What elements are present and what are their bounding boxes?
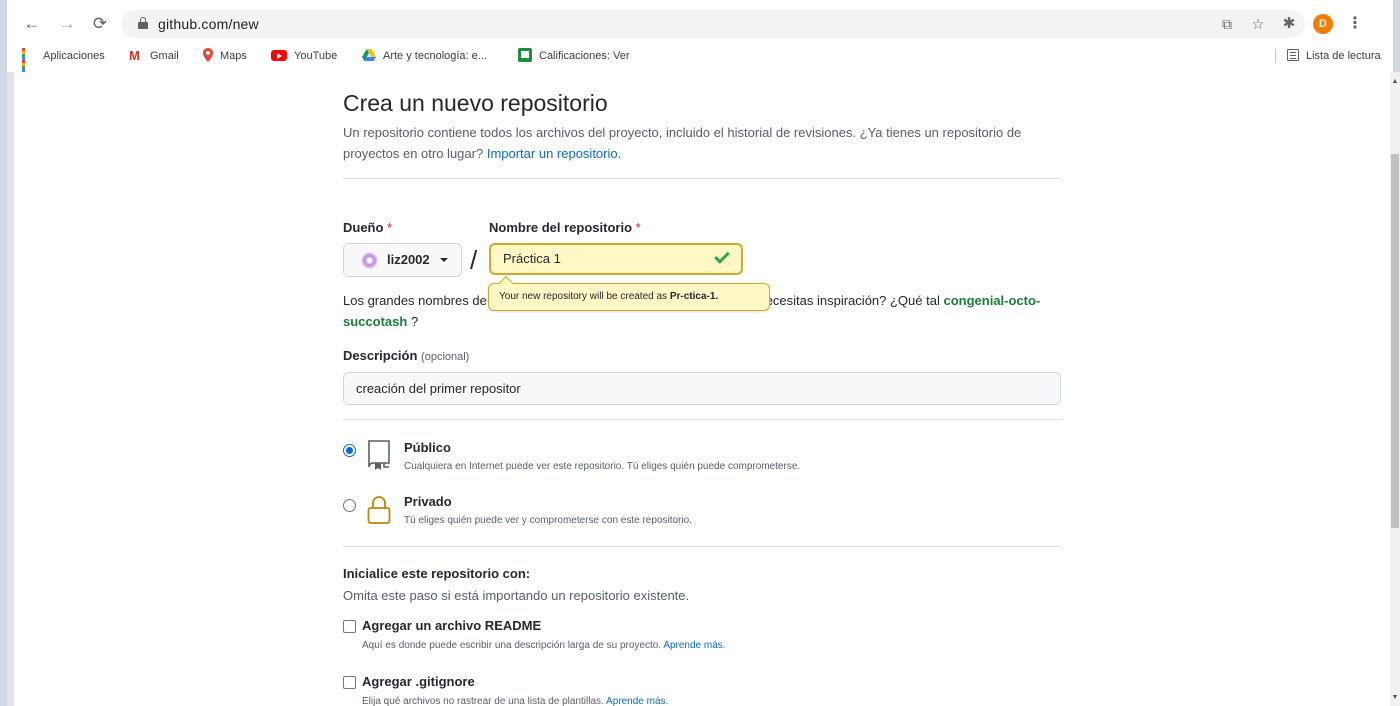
init-section-subtitle: Omita este paso si está importando un re… [343,588,690,603]
bookmark-calificaciones[interactable]: Calificaciones: Ver [518,44,630,68]
repo-name-input[interactable]: Práctica 1 [489,243,743,275]
public-title[interactable]: Público [404,440,451,455]
init-section-title: Inicialice este repositorio con: [343,566,531,581]
bookmark-apps[interactable]: Aplicaciones [22,44,105,76]
gitignore-description: Elija qué archivos no rastrear de una li… [362,696,669,706]
browser-menu-icon[interactable]: ⋮ [1347,12,1363,36]
gitignore-checkbox[interactable] [343,676,356,689]
browser-window: ← → ⟳ github.com/new ⧉ ☆ ✱ D ⋮ Aplicacio… [0,0,1400,706]
bookmark-maps[interactable]: Maps [203,44,247,68]
private-description: Tú eliges quién puede ver y comprometers… [404,515,692,526]
bookmark-arte[interactable]: Arte y tecnología: e... [362,44,487,68]
maps-pin-icon [203,48,213,63]
divider [343,546,1061,547]
owner-avatar [361,252,378,269]
lock-icon[interactable] [138,17,148,29]
caret-down-icon [440,258,448,262]
page-title: Crea un nuevo repositorio [343,90,608,116]
profile-avatar[interactable]: D [1313,14,1333,34]
page-content: Crea un nuevo repositorio Un repositorio… [14,72,1390,706]
browser-toolbar: ← → ⟳ github.com/new ⧉ ☆ ✱ D ⋮ [7,8,1393,40]
readme-learn-more-link[interactable]: Aprende más. [663,640,725,651]
readme-title[interactable]: Agregar un archivo README [362,618,541,633]
owner-label: Dueño * [343,220,393,235]
private-radio[interactable] [343,499,356,512]
classroom-icon [518,48,532,63]
address-bar[interactable]: github.com/new ⧉ ☆ [121,10,1305,38]
private-title[interactable]: Privado [404,494,452,509]
public-radio[interactable] [343,444,356,457]
forward-arrow-icon[interactable]: → [55,12,79,36]
browser-chrome: ← → ⟳ github.com/new ⧉ ☆ ✱ D ⋮ Aplicacio… [7,0,1393,76]
owner-dropdown[interactable]: liz2002 [343,243,462,277]
extensions-puzzle-icon[interactable]: ✱ [1279,14,1299,34]
bookmark-gmail[interactable]: M Gmail [129,44,179,68]
bookmarks-bar: Aplicaciones M Gmail Maps YouTube Arte y … [7,44,1393,76]
divider [343,419,1061,420]
import-repo-link[interactable]: Importar un repositorio. [487,146,621,161]
padlock-icon [367,496,391,524]
readme-checkbox[interactable] [343,620,356,633]
page-subtitle: Un repositorio contiene todos los archiv… [343,125,1022,161]
scroll-down-arrow-icon[interactable]: ▼ [1391,694,1399,702]
public-description: Cualquiera en Internet puede ver este re… [404,461,801,472]
readme-description: Aquí es donde puede escribir una descrip… [362,640,726,651]
bookmark-separator [1275,49,1276,63]
reading-list-icon [1287,49,1299,62]
url-text[interactable]: github.com/new [158,10,259,38]
gitignore-learn-more-link[interactable]: Aprende más. [606,696,668,706]
owner-repo-separator: / [470,245,478,275]
drive-icon [362,49,376,62]
description-label: Descripción (opcional) [343,348,470,363]
scroll-up-arrow-icon[interactable]: ▲ [1391,78,1399,86]
apps-grid-icon [22,48,36,76]
repo-book-icon [368,440,390,470]
youtube-icon [271,49,287,61]
owner-name: liz2002 [387,252,430,267]
repo-name-label: Nombre del repositorio * [489,220,641,235]
scroll-thumb[interactable] [1391,154,1399,528]
translate-icon[interactable]: ⧉ [1217,14,1237,34]
reload-icon[interactable]: ⟳ [88,12,112,36]
bookmark-star-icon[interactable]: ☆ [1248,14,1268,34]
gmail-icon: M [129,47,140,63]
bookmark-youtube[interactable]: YouTube [271,44,337,68]
description-input[interactable]: creación del primer repositor [343,372,1061,405]
reading-list-button[interactable]: Lista de lectura [1287,44,1381,68]
back-arrow-icon[interactable]: ← [20,12,44,36]
gitignore-title[interactable]: Agregar .gitignore [362,674,475,689]
divider [343,178,1061,179]
repo-slug-tooltip: Your new repository will be created as P… [488,275,770,311]
page-scrollbar[interactable]: ▲ ▼ [1390,72,1400,706]
